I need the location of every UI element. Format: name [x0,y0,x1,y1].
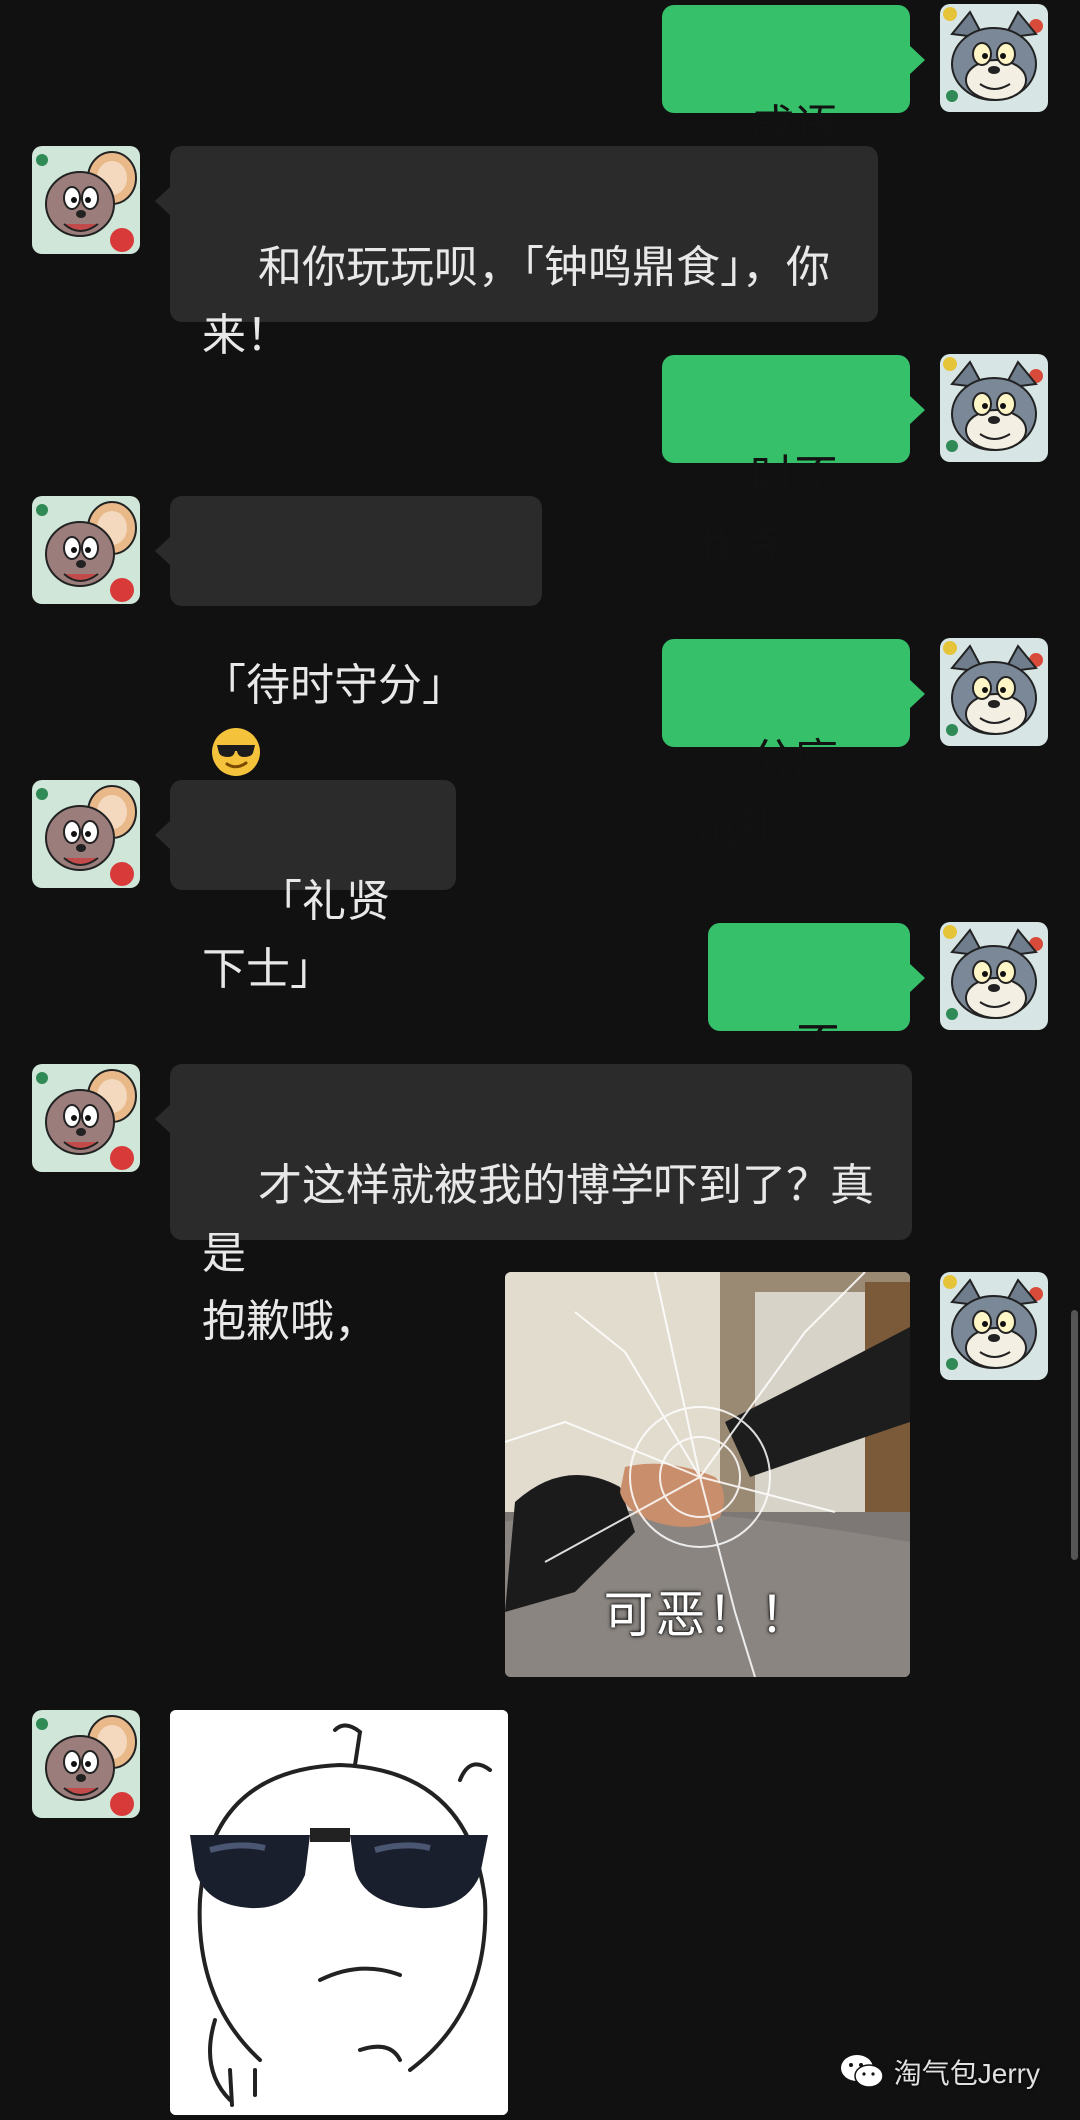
chat-area[interactable]: 成语接龙 和你玩玩呗，「钟鸣鼎食」，你 来！ 时不我待 [0,0,1080,2120]
watermark-text: 淘气包Jerry [893,2058,1040,2089]
jerry-mouse-avatar[interactable] [32,1064,140,1172]
jerry-mouse-avatar[interactable] [32,1710,140,1818]
message-text: 分庭抗礼 [694,735,838,854]
tom-cat-avatar[interactable] [940,922,1048,1030]
sticker-caption: 可恶！！ [603,1586,812,1644]
message-bubble-incoming[interactable]: 和你玩玩呗，「钟鸣鼎食」，你 来！ [155,146,878,361]
cartoon-with-sunglasses-sticker[interactable] [170,1710,508,2115]
cartoon-with-sunglasses-image [170,1710,508,2115]
message-bubble-outgoing[interactable]: 时不我待 [662,355,925,570]
jerry-mouse-avatar[interactable] [32,496,140,604]
tom-cat-avatar[interactable] [940,354,1048,462]
message-bubble-outgoing[interactable]: 不玩了 [708,923,925,1138]
tom-cat-avatar[interactable] [940,1272,1048,1380]
jerry-mouse-avatar[interactable] [32,146,140,254]
message-bubble-incoming[interactable]: 「待时守分」 [155,496,542,776]
message-bubble-incoming[interactable]: 「礼贤下士」 [155,780,456,995]
tom-cat-avatar[interactable] [940,4,1048,112]
fist-breaking-glass-sticker[interactable]: 可恶！！ [505,1272,910,1677]
jerry-mouse-avatar[interactable] [32,780,140,888]
message-text: 「待时守分」 [202,660,466,711]
scrollbar[interactable] [1071,1310,1078,1560]
watermark: 淘气包Jerry [840,2052,1040,2092]
message-text: 时不我待 [694,451,838,570]
message-text: 和你玩玩呗，「钟鸣鼎食」，你 来！ [202,242,830,361]
message-text: 「礼贤下士」 [202,876,390,995]
message-bubble-outgoing[interactable]: 分庭抗礼 [662,639,925,854]
sunglasses-emoji [212,728,260,776]
tom-cat-avatar[interactable] [940,638,1048,746]
message-bubble-incoming[interactable]: 才这样就被我的博学吓到了？真是 抱歉哦， [155,1064,912,1347]
message-bubble-outgoing[interactable]: 成语接龙 [662,5,925,220]
wechat-icon [840,2055,884,2088]
